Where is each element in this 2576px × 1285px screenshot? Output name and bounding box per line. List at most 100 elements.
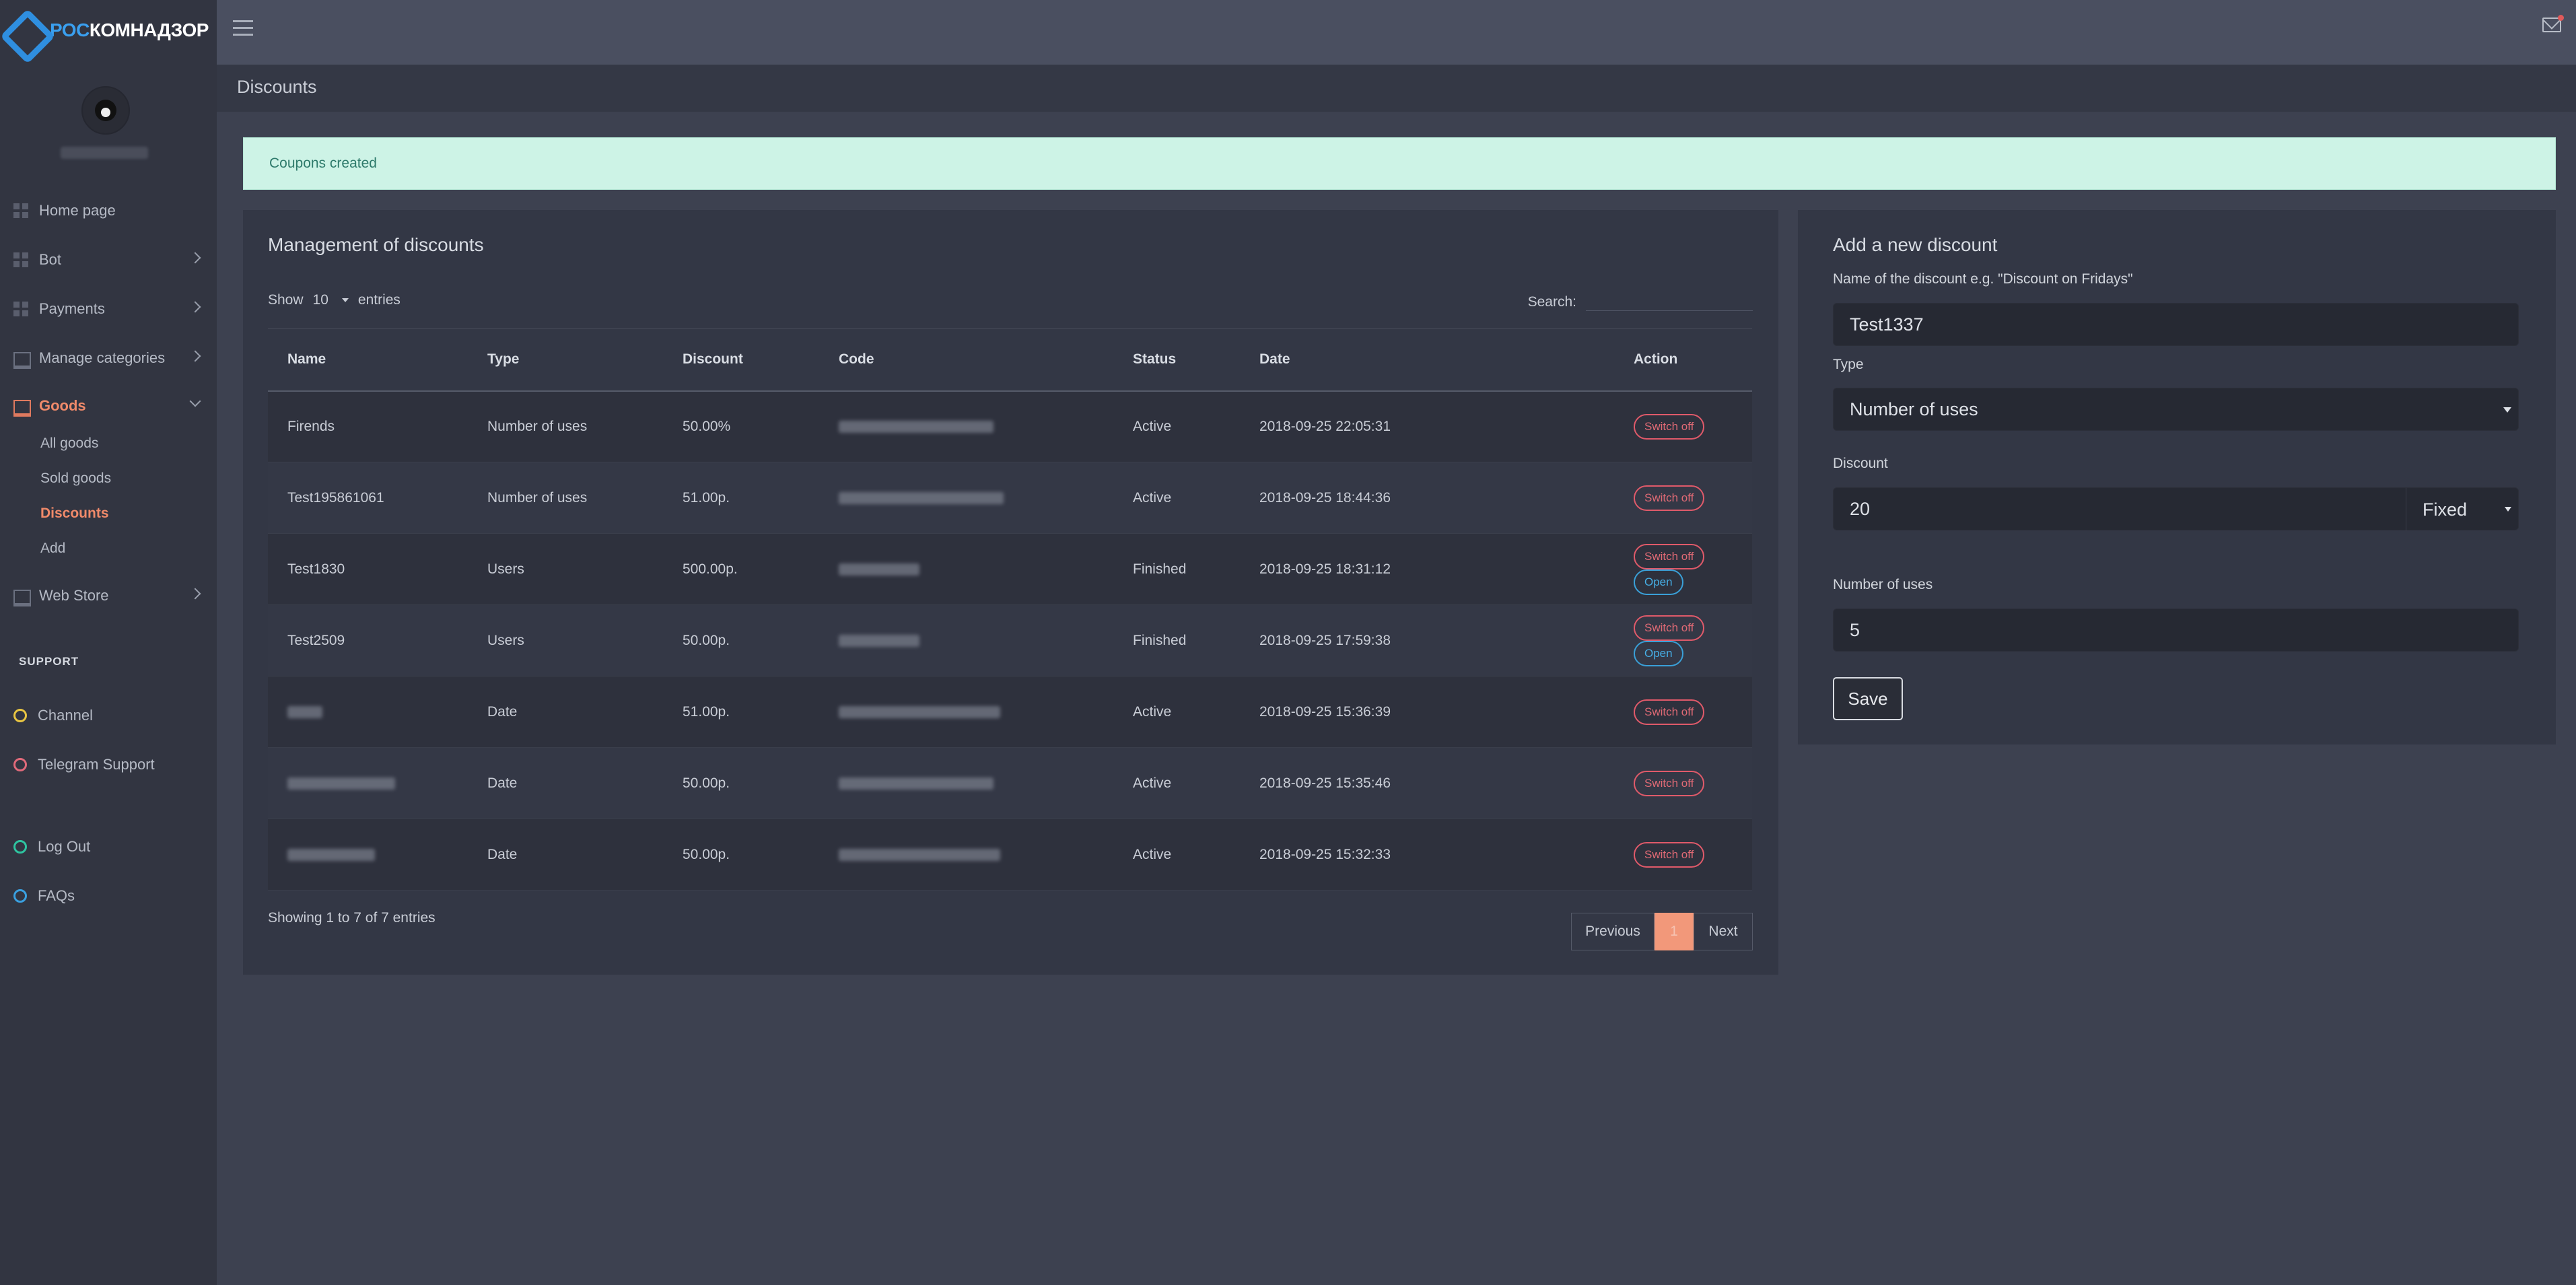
sidebar-item-label: Payments	[39, 300, 105, 317]
cell-discount: 50.00p.	[663, 604, 819, 676]
uses-label: Number of uses	[1833, 577, 1933, 592]
circle-icon	[13, 709, 27, 722]
search-input[interactable]	[1586, 293, 1753, 311]
column-header-date[interactable]: Date	[1240, 328, 1614, 392]
uses-count-field[interactable]: 5	[1833, 609, 2519, 652]
cell-discount: 50.00p.	[663, 747, 819, 819]
cell-date: 2018-09-25 15:36:39	[1240, 676, 1614, 748]
name-redacted	[287, 705, 322, 718]
discount-kind-select[interactable]: Fixed	[2406, 488, 2519, 531]
switch-off-button[interactable]: Switch off	[1634, 699, 1705, 725]
cell-action: Switch off	[1614, 676, 1752, 748]
discount-label: Discount	[1833, 456, 1888, 471]
sidebar-subitem-discounts[interactable]: Discounts	[40, 506, 109, 522]
cell-name: Test1830	[268, 533, 468, 605]
name-label: Name of the discount e.g. "Discount on F…	[1833, 271, 2133, 287]
avatar[interactable]	[81, 86, 130, 135]
code-redacted	[839, 777, 994, 790]
cell-name	[268, 676, 468, 748]
sidebar-item-channel[interactable]: Channel	[0, 697, 217, 734]
discounts-table: Name Type Discount Code Status Date Acti…	[268, 328, 1752, 891]
cell-status: Active	[1113, 390, 1240, 462]
cell-status: Active	[1113, 747, 1240, 819]
cell-name: Test195861061	[268, 462, 468, 534]
cell-status: Active	[1113, 676, 1240, 748]
switch-off-button[interactable]: Switch off	[1634, 543, 1705, 569]
sidebar-item-log-out[interactable]: Log Out	[0, 828, 217, 866]
cell-discount: 50.00p.	[663, 819, 819, 891]
table-row: Date 50.00p. Active 2018-09-25 15:35:46 …	[268, 747, 1752, 819]
open-button[interactable]: Open	[1634, 640, 1683, 666]
table-row: Test1830 Users 500.00p. Finished 2018-09…	[268, 533, 1752, 605]
table-search: Search:	[1528, 293, 1753, 311]
entries-select[interactable]: 10	[313, 292, 349, 308]
uses-count-value: 5	[1850, 619, 1860, 640]
cell-type: Users	[468, 604, 663, 676]
cell-date: 2018-09-25 18:44:36	[1240, 462, 1614, 534]
sidebar-item-telegram-support[interactable]: Telegram Support	[0, 746, 217, 784]
chevron-down-icon	[189, 395, 201, 407]
sidebar-item-label: Home page	[39, 202, 116, 219]
sidebar-subitem-add[interactable]: Add	[40, 541, 65, 557]
cell-code	[819, 819, 1113, 891]
switch-off-button[interactable]: Switch off	[1634, 770, 1705, 796]
brand-logo[interactable]: РОСКОМНАДЗОР	[4, 7, 209, 54]
discount-kind-value: Fixed	[2423, 499, 2468, 520]
sidebar-item-manage-categories[interactable]: Manage categories	[0, 339, 217, 377]
type-select[interactable]: Number of uses	[1833, 388, 2519, 431]
open-button[interactable]: Open	[1634, 569, 1683, 595]
cell-action: Switch offOpen	[1614, 604, 1752, 676]
cell-date: 2018-09-25 15:32:33	[1240, 819, 1614, 891]
cell-code	[819, 533, 1113, 605]
column-header-name[interactable]: Name	[268, 328, 468, 392]
code-redacted	[839, 491, 1004, 504]
cell-date: 2018-09-25 18:31:12	[1240, 533, 1614, 605]
brand-logo-icon	[4, 10, 44, 50]
column-header-action[interactable]: Action	[1614, 328, 1752, 392]
sidebar-item-web-store[interactable]: Web Store	[0, 577, 217, 615]
column-header-status[interactable]: Status	[1113, 328, 1240, 392]
sidebar-subitem-sold-goods[interactable]: Sold goods	[40, 471, 111, 487]
pagination-next[interactable]: Next	[1694, 913, 1753, 950]
entries-label: entries	[357, 292, 401, 308]
pagination-previous[interactable]: Previous	[1571, 913, 1655, 950]
pagination-page-1[interactable]: 1	[1655, 913, 1694, 950]
sidebar-item-bot[interactable]: Bot	[0, 241, 217, 279]
chevron-right-icon	[189, 588, 201, 600]
caret-down-icon	[341, 298, 349, 302]
sidebar-item-goods[interactable]: Goods	[0, 387, 217, 425]
switch-off-button[interactable]: Switch off	[1634, 413, 1705, 440]
discounts-table-panel: Management of discounts Show 10 entries …	[243, 210, 1778, 975]
sidebar-item-label: Log Out	[38, 838, 91, 855]
cell-action: Switch offOpen	[1614, 533, 1752, 605]
table-row: Firends Number of uses 50.00% Active 201…	[268, 390, 1752, 462]
switch-off-button[interactable]: Switch off	[1634, 615, 1705, 641]
cell-date: 2018-09-25 15:35:46	[1240, 747, 1614, 819]
column-header-discount[interactable]: Discount	[663, 328, 819, 392]
cell-action: Switch off	[1614, 390, 1752, 462]
table-row: Date 50.00p. Active 2018-09-25 15:32:33 …	[268, 819, 1752, 891]
sidebar-item-label: Manage categories	[39, 349, 166, 366]
show-label: Show	[268, 292, 304, 308]
switch-off-button[interactable]: Switch off	[1634, 841, 1705, 868]
column-header-code[interactable]: Code	[819, 328, 1113, 392]
save-button[interactable]: Save	[1833, 677, 1903, 720]
cell-code	[819, 604, 1113, 676]
switch-off-button[interactable]: Switch off	[1634, 485, 1705, 511]
sidebar-item-home[interactable]: Home page	[0, 192, 217, 230]
sidebar-item-payments[interactable]: Payments	[0, 290, 217, 328]
table-row: Test195861061 Number of uses 51.00p. Act…	[268, 462, 1752, 534]
mail-icon[interactable]	[2542, 15, 2564, 32]
sidebar-item-faqs[interactable]: FAQs	[0, 877, 217, 915]
cell-code	[819, 390, 1113, 462]
cell-type: Number of uses	[468, 462, 663, 534]
menu-icon[interactable]	[233, 19, 253, 36]
discount-amount-field[interactable]: 20 Fixed	[1833, 487, 2519, 531]
cell-type: Date	[468, 676, 663, 748]
discount-name-field[interactable]: Test1337	[1833, 303, 2519, 346]
avatar-image	[95, 100, 116, 121]
column-header-type[interactable]: Type	[468, 328, 663, 392]
box-icon	[12, 587, 31, 606]
page-title: Discounts	[237, 77, 317, 97]
sidebar-subitem-all-goods[interactable]: All goods	[40, 436, 98, 452]
